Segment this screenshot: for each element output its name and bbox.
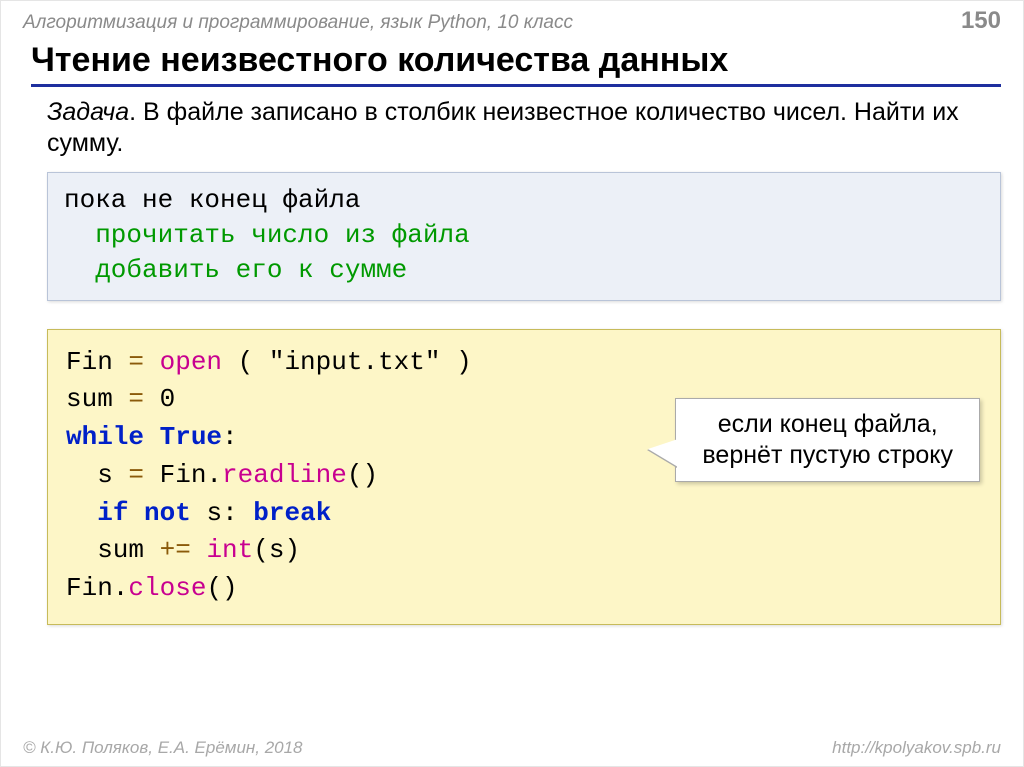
callout-line-1: если конец файла,	[702, 409, 953, 440]
pseudo-line-1: пока не конец файла	[64, 185, 360, 215]
code-token: (s)	[253, 535, 300, 565]
pseudocode-box: пока не конец файла прочитать число из ф…	[47, 172, 1001, 301]
topbar: Алгоритмизация и программирование, язык …	[1, 1, 1023, 35]
code-token: :	[222, 422, 238, 452]
code-token: +=	[144, 535, 206, 565]
task-label: Задача	[47, 98, 129, 126]
task-body: . В файле записано в столбик неизвестное…	[47, 98, 959, 157]
callout-line-2: вернёт пустую строку	[702, 440, 953, 471]
page-number: 150	[961, 7, 1001, 35]
code-token: =	[113, 460, 160, 490]
code-token: ()	[206, 573, 237, 603]
code-token: readline	[222, 460, 347, 490]
code-token: break	[253, 498, 331, 528]
callout-bubble: если конец файла, вернёт пустую строку	[675, 398, 980, 483]
footer: © К.Ю. Поляков, Е.А. Ерёмин, 2018 http:/…	[1, 738, 1023, 758]
code-token: True	[160, 422, 222, 452]
footer-url: http://kpolyakov.spb.ru	[832, 738, 1001, 758]
task-text: Задача. В файле записано в столбик неизв…	[47, 97, 1001, 160]
code-token: int	[206, 535, 253, 565]
code-token: Fin.	[66, 573, 128, 603]
slide: Алгоритмизация и программирование, язык …	[0, 0, 1024, 767]
code-token: s:	[191, 498, 253, 528]
code-token: ()	[347, 460, 378, 490]
code-token: s	[66, 460, 113, 490]
code-token: ( "input.txt" )	[222, 347, 472, 377]
code-token: if	[97, 498, 128, 528]
code-token: not	[144, 498, 191, 528]
pseudo-line-3: добавить его к сумме	[64, 255, 407, 285]
code-token: =	[113, 384, 160, 414]
code-token: while	[66, 422, 144, 452]
code-token: Fin	[66, 347, 113, 377]
code-box: Fin = open ( "input.txt" ) sum = 0 while…	[47, 329, 1001, 625]
code-token: sum	[66, 384, 113, 414]
code-token: close	[128, 573, 206, 603]
code-token: sum	[66, 535, 144, 565]
code-token: Fin.	[160, 460, 222, 490]
code-token: open	[160, 347, 222, 377]
callout-tail-icon	[648, 439, 678, 467]
footer-copyright: © К.Ю. Поляков, Е.А. Ерёмин, 2018	[23, 738, 303, 758]
page-title: Чтение неизвестного количества данных	[31, 41, 1001, 87]
code-token: =	[113, 347, 160, 377]
code-token	[128, 498, 144, 528]
code-token	[144, 422, 160, 452]
breadcrumb: Алгоритмизация и программирование, язык …	[23, 12, 573, 34]
code-token: 0	[160, 384, 176, 414]
pseudo-line-2: прочитать число из файла	[64, 220, 470, 250]
code-token	[66, 498, 97, 528]
